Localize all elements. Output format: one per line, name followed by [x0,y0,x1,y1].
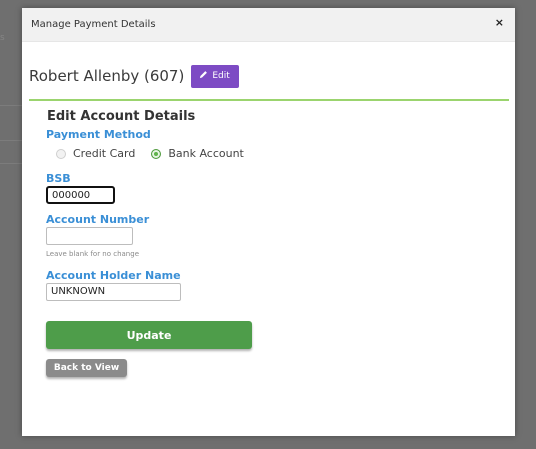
section-divider [29,99,509,101]
credit-card-radio[interactable] [56,148,66,159]
background-text: s [0,33,5,43]
account-number-label: Account Number [46,213,150,226]
account-holder-label: Account Holder Name [46,269,181,282]
bank-account-radio[interactable] [151,148,162,159]
close-icon[interactable]: × [495,17,504,29]
account-holder-input[interactable]: UNKNOWN [46,283,181,301]
credit-card-label: Credit Card [73,147,136,160]
modal-header: Manage Payment Details × [22,8,515,42]
update-button[interactable]: Update [46,321,252,349]
bank-account-label: Bank Account [168,147,244,160]
payment-method-options: Credit Card Bank Account [56,147,244,160]
background-divider [0,140,22,141]
account-number-input[interactable] [46,227,133,245]
payment-details-modal: Manage Payment Details × Robert Allenby … [22,8,515,436]
account-number-hint: Leave blank for no change [46,250,139,258]
background-divider [0,105,22,106]
edit-button-label: Edit [212,71,230,81]
person-name: Robert Allenby (607) [29,67,185,85]
bsb-label: BSB [46,172,71,185]
payment-method-label: Payment Method [46,128,151,141]
edit-button[interactable]: Edit [191,64,239,88]
back-to-view-button[interactable]: Back to View [46,359,127,377]
modal-title: Manage Payment Details [31,19,156,30]
background-divider [0,163,22,164]
person-row: Robert Allenby (607) Edit [29,64,239,88]
pencil-icon [199,70,208,82]
section-title: Edit Account Details [47,109,196,124]
bsb-input[interactable]: 000000 [46,186,115,204]
